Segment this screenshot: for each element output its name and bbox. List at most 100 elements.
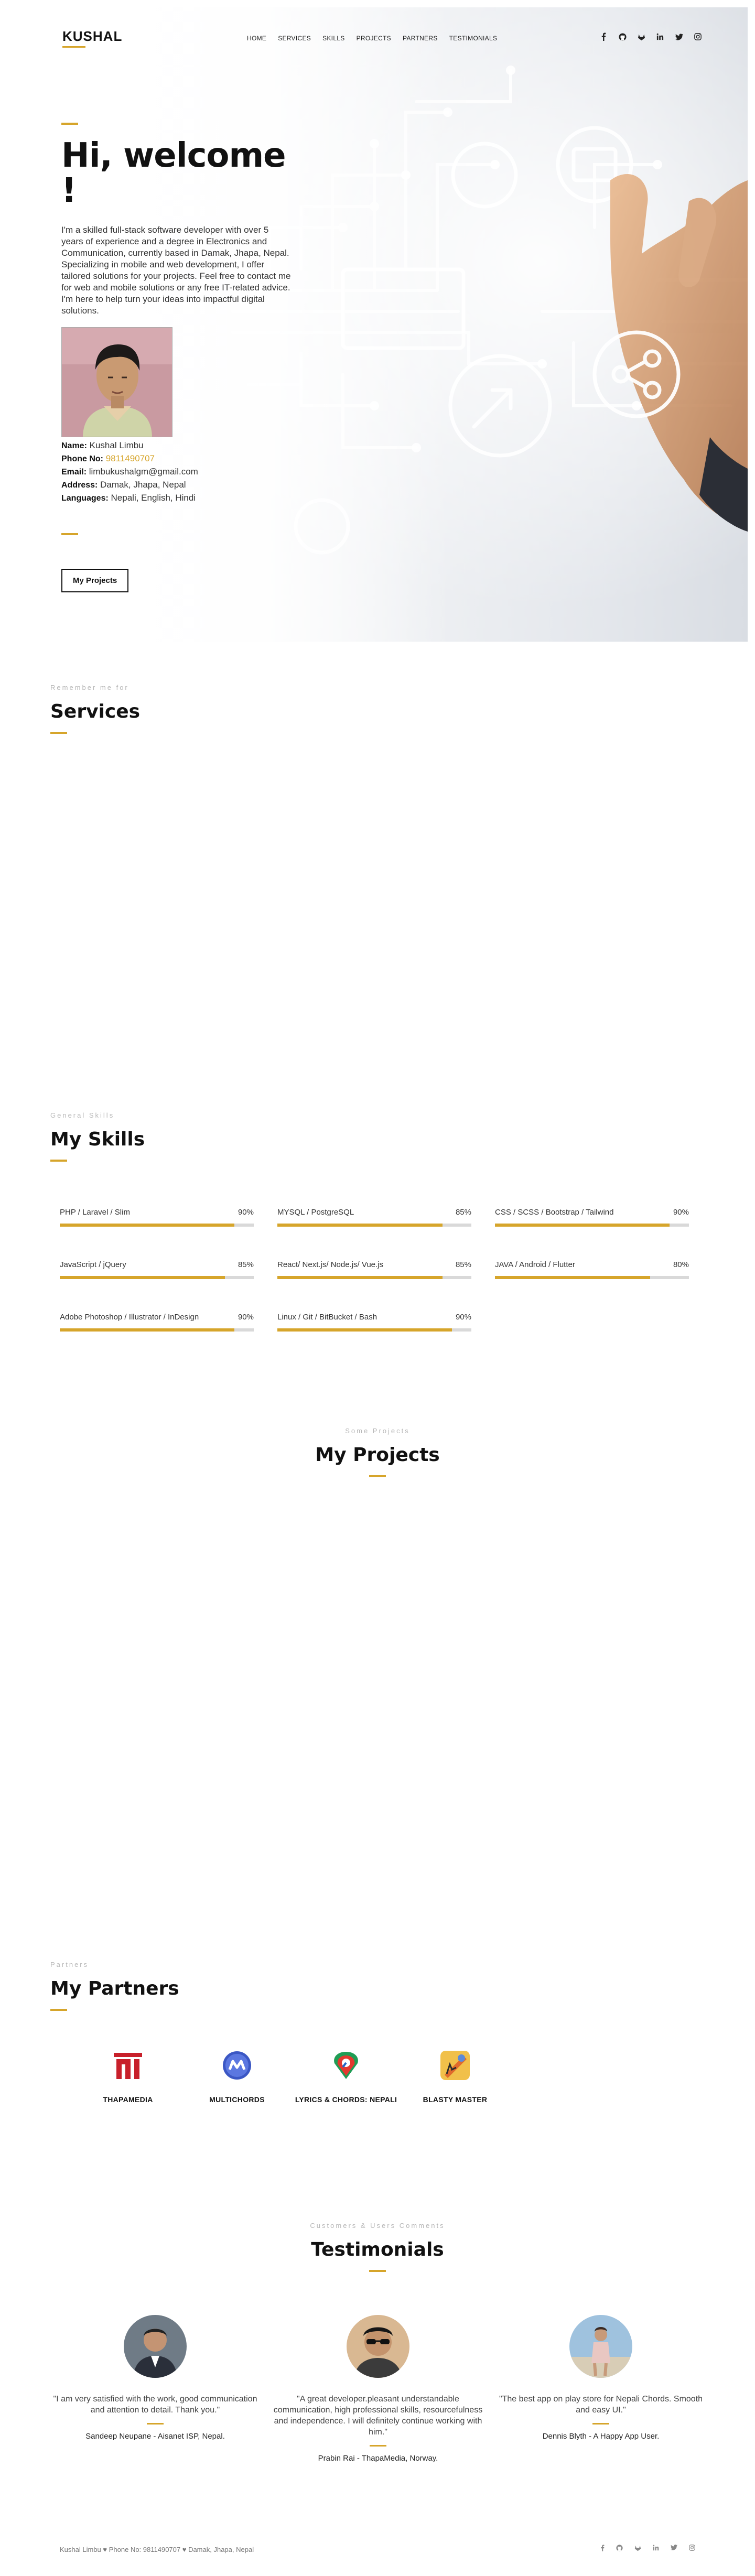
testimonial-card: "I am very satisfied with the work, good… <box>50 2315 260 2463</box>
partners-eyebrow: Partners <box>50 1961 89 1968</box>
partner-name: LYRICS & CHORDS: NEPALI <box>295 2095 397 2104</box>
address-value: Damak, Jhapa, Nepal <box>98 480 186 490</box>
linkedin-icon[interactable] <box>653 2545 659 2551</box>
hero-title: Hi, welcome ! <box>61 136 286 211</box>
languages-value: Nepali, English, Hindi <box>108 493 196 503</box>
my-projects-button[interactable]: My Projects <box>61 569 129 593</box>
projects-section: Some Projects My Projects <box>0 1427 755 1477</box>
footer-phone: Phone No: 9811490707 <box>107 2546 182 2553</box>
nav-services-link[interactable]: SERVICES <box>278 35 311 42</box>
services-accent-line <box>50 732 67 734</box>
main-menu: HOME SERVICES SKILLS PROJECTS PARTNERS T… <box>247 35 497 42</box>
skill-progress-fill <box>277 1224 443 1227</box>
contact-info: Name: Kushal Limbu Phone No: 9811490707 … <box>61 439 303 505</box>
skill-item: MYSQL / PostgreSQL 85% <box>277 1208 471 1260</box>
skill-name: CSS / SCSS / Bootstrap / Tailwind <box>495 1208 614 1217</box>
testimonial-card: "A great developer.pleasant understandab… <box>273 2315 483 2463</box>
facebook-icon[interactable] <box>599 33 608 41</box>
skill-item: PHP / Laravel / Slim 90% <box>60 1208 254 1260</box>
testimonial-accent-line <box>147 2423 164 2425</box>
facebook-icon[interactable] <box>600 2545 605 2551</box>
testimonial-quote: "A great developer.pleasant understandab… <box>273 2395 483 2437</box>
skill-percent: 80% <box>673 1260 689 1269</box>
skill-item: CSS / SCSS / Bootstrap / Tailwind 90% <box>495 1208 689 1260</box>
partner-item-blasty-master[interactable]: BLASTY MASTER <box>401 2050 510 2105</box>
skill-progress-fill <box>60 1276 225 1279</box>
skill-progress-fill <box>60 1224 234 1227</box>
multichords-logo-icon <box>221 2050 253 2081</box>
linkedin-icon[interactable] <box>656 33 664 41</box>
skill-progress-fill <box>277 1328 452 1332</box>
skill-progress-track <box>60 1224 254 1227</box>
skills-grid: PHP / Laravel / Slim 90% MYSQL / PostgreS… <box>60 1208 694 1365</box>
skill-name: Linux / Git / BitBucket / Bash <box>277 1313 378 1322</box>
avatar <box>124 2315 187 2378</box>
avatar <box>569 2315 632 2378</box>
blasty-master-logo-icon <box>439 2050 471 2081</box>
skill-name: PHP / Laravel / Slim <box>60 1208 130 1217</box>
partners-title: My Partners <box>50 1978 179 1999</box>
hero-accent-line-2 <box>61 533 78 536</box>
address-label: Address: <box>61 481 98 490</box>
skill-progress-track <box>277 1276 471 1279</box>
nav-partners-link[interactable]: PARTNERS <box>403 35 438 42</box>
email-value: limbukushalgm@gmail.com <box>87 467 198 477</box>
name-value: Kushal Limbu <box>87 440 144 451</box>
skill-percent: 90% <box>238 1313 254 1322</box>
testimonials-eyebrow: Customers & Users Comments <box>310 2222 445 2229</box>
testimonial-accent-line <box>370 2445 386 2447</box>
github-icon[interactable] <box>618 33 627 41</box>
thapamedia-logo-icon <box>112 2050 144 2081</box>
testimonial-author: Prabin Rai - ThapaMedia, Norway. <box>318 2454 438 2463</box>
email-label: Email: <box>61 468 87 477</box>
nav-projects-link[interactable]: PROJECTS <box>357 35 391 42</box>
skill-progress-fill <box>495 1276 650 1279</box>
hero-description: I'm a skilled full-stack software develo… <box>61 225 291 316</box>
footer-address: Damak, Jhapa, Nepal <box>186 2546 254 2553</box>
instagram-icon[interactable] <box>694 33 702 41</box>
gitlab-icon[interactable] <box>634 2545 641 2551</box>
testimonial-card: "The best app on play store for Nepali C… <box>496 2315 706 2463</box>
skill-name: JAVA / Android / Flutter <box>495 1260 575 1269</box>
testimonials-title: Testimonials <box>311 2239 444 2260</box>
projects-accent-line <box>369 1475 386 1477</box>
skill-name: Adobe Photoshop / Illustrator / InDesign <box>60 1313 199 1322</box>
skill-percent: 90% <box>238 1208 254 1217</box>
instagram-icon[interactable] <box>689 2545 695 2551</box>
twitter-icon[interactable] <box>671 2545 677 2551</box>
nav-testimonials-link[interactable]: TESTIMONIALS <box>449 35 498 42</box>
partner-item-multichords[interactable]: MULTICHORDS <box>182 2050 292 2105</box>
skill-progress-track <box>60 1276 254 1279</box>
skill-percent: 90% <box>455 1313 471 1322</box>
projects-eyebrow: Some Projects <box>345 1427 410 1435</box>
footer-contact: Kushal Limbu ♥ Phone No: 9811490707 ♥ Da… <box>60 2546 254 2553</box>
skill-progress-fill <box>60 1328 234 1332</box>
hero-section: KUSHAL HOME SERVICES SKILLS PROJECTS PAR… <box>7 7 748 642</box>
skills-section: General Skills My Skills PHP / Laravel /… <box>50 1111 706 1332</box>
nav-skills-link[interactable]: SKILLS <box>322 35 345 42</box>
gitlab-icon[interactable] <box>637 33 645 41</box>
phone-link[interactable]: 9811490707 <box>103 453 155 463</box>
skill-percent: 85% <box>455 1208 471 1217</box>
avatar <box>347 2315 409 2378</box>
services-section: Remember me for Services <box>50 684 706 734</box>
site-logo[interactable]: KUSHAL <box>62 28 122 45</box>
hero-accent-line <box>61 123 78 125</box>
partner-item-thapamedia[interactable]: THAPAMEDIA <box>73 2050 182 2105</box>
nav-home-link[interactable]: HOME <box>247 35 266 42</box>
skill-item: JavaScript / jQuery 85% <box>60 1260 254 1313</box>
partner-list: THAPAMEDIA MULTICHORDS LYRICS & CHORDS: … <box>73 2050 510 2105</box>
skill-progress-track <box>495 1224 689 1227</box>
header-social-links <box>599 33 702 41</box>
services-title: Services <box>50 701 141 722</box>
github-icon[interactable] <box>616 2545 623 2551</box>
twitter-icon[interactable] <box>675 33 683 41</box>
testimonials-accent-line <box>369 2270 386 2272</box>
logo-underline <box>62 46 85 48</box>
testimonial-quote: "The best app on play store for Nepali C… <box>499 2395 703 2415</box>
skill-percent: 85% <box>238 1260 254 1269</box>
languages-label: Languages: <box>61 494 109 503</box>
skill-name: JavaScript / jQuery <box>60 1260 126 1269</box>
partner-item-lyrics-chords[interactable]: LYRICS & CHORDS: NEPALI <box>292 2050 401 2105</box>
skill-progress-track <box>495 1276 689 1279</box>
